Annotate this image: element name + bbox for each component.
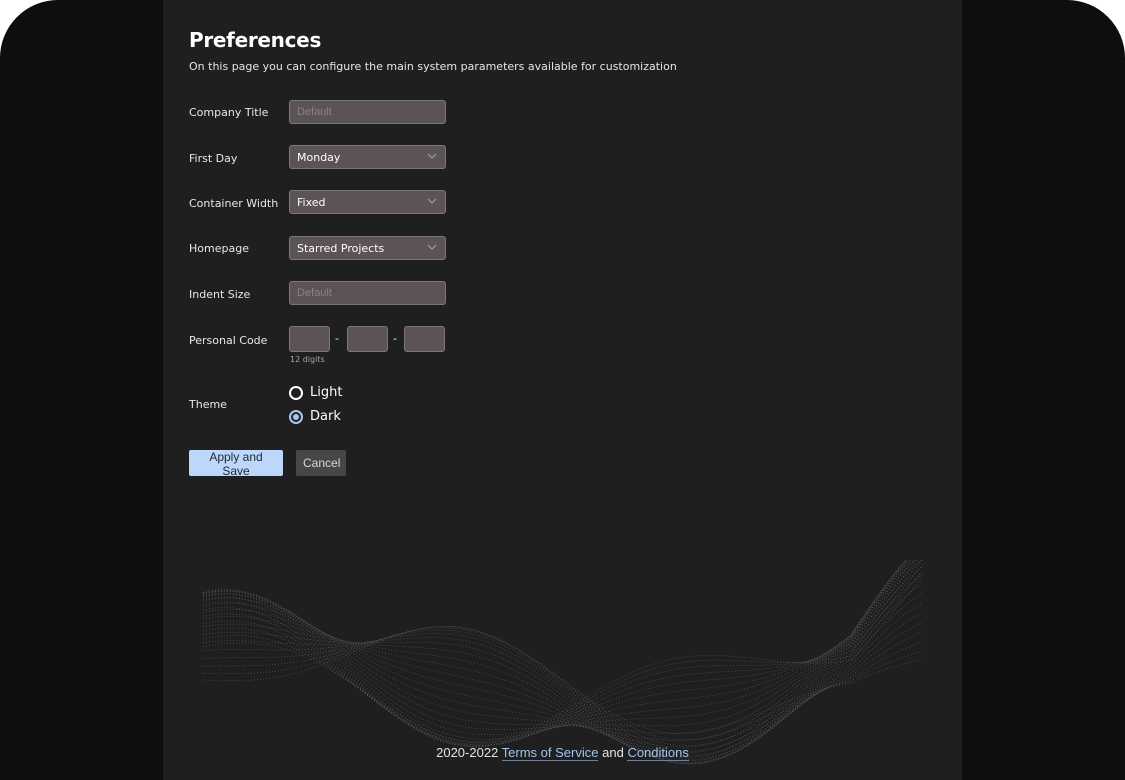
cancel-button[interactable]: Cancel xyxy=(296,450,346,476)
code-separator: - xyxy=(393,332,397,345)
wave-line xyxy=(202,564,924,747)
theme-dark-label[interactable]: Dark xyxy=(310,409,341,424)
first-day-value: Monday xyxy=(297,151,341,164)
personal-code-label: Personal Code xyxy=(189,334,268,347)
code-separator: - xyxy=(335,332,339,345)
company-title-input[interactable] xyxy=(289,100,446,124)
indent-size-label: Indent Size xyxy=(189,288,251,301)
terms-of-service-link[interactable]: Terms of Service xyxy=(501,745,599,761)
footer-years: 2020-2022 xyxy=(436,745,499,760)
indent-size-input[interactable] xyxy=(289,281,446,305)
homepage-label: Homepage xyxy=(189,242,249,255)
personal-code-hint: 12 digits xyxy=(290,355,325,364)
wave-line xyxy=(202,560,923,747)
first-day-select[interactable]: Monday xyxy=(289,145,446,169)
chevron-down-icon xyxy=(427,244,437,250)
company-title-label: Company Title xyxy=(189,106,269,119)
chevron-down-icon xyxy=(427,153,437,159)
theme-label: Theme xyxy=(189,398,227,411)
wave-line xyxy=(202,573,924,764)
theme-dark-radio[interactable] xyxy=(289,410,303,424)
chevron-down-icon xyxy=(427,198,437,204)
preferences-panel: Preferences On this page you can configu… xyxy=(163,0,962,780)
personal-code-part-3-input[interactable] xyxy=(404,326,445,352)
wave-line xyxy=(202,560,906,730)
wave-line xyxy=(202,560,911,744)
homepage-select[interactable]: Starred Projects xyxy=(289,236,446,260)
personal-code-part-2-input[interactable] xyxy=(347,326,388,352)
wave-line xyxy=(202,565,924,762)
wave-line xyxy=(202,611,924,760)
wave-line xyxy=(202,560,919,747)
footer: 2020-2022 Terms of Service and Condition… xyxy=(163,745,962,761)
homepage-value: Starred Projects xyxy=(297,242,385,255)
wave-line xyxy=(202,560,907,734)
wave-line xyxy=(202,570,924,745)
first-day-label: First Day xyxy=(189,152,238,165)
wave-line xyxy=(202,629,924,752)
footer-and-text: and xyxy=(602,745,624,760)
page-subtitle: On this page you can configure the main … xyxy=(189,60,677,73)
page-title: Preferences xyxy=(189,28,322,52)
personal-code-part-1-input[interactable] xyxy=(289,326,330,352)
conditions-link[interactable]: Conditions xyxy=(627,745,689,761)
wave-line xyxy=(202,560,907,736)
wave-line xyxy=(202,582,924,765)
wave-line xyxy=(202,591,924,765)
container-width-value: Fixed xyxy=(297,196,326,209)
wave-line xyxy=(202,621,924,757)
wave-line xyxy=(202,625,924,735)
container-width-select[interactable]: Fixed xyxy=(289,190,446,214)
wave-line xyxy=(202,560,914,746)
theme-light-radio[interactable] xyxy=(289,386,303,400)
container-width-label: Container Width xyxy=(189,197,279,210)
theme-light-label[interactable]: Light xyxy=(310,385,342,400)
app-window: Preferences On this page you can configu… xyxy=(0,0,1125,780)
apply-and-save-button[interactable]: Apply and Save xyxy=(189,450,283,478)
wave-line xyxy=(202,560,912,748)
